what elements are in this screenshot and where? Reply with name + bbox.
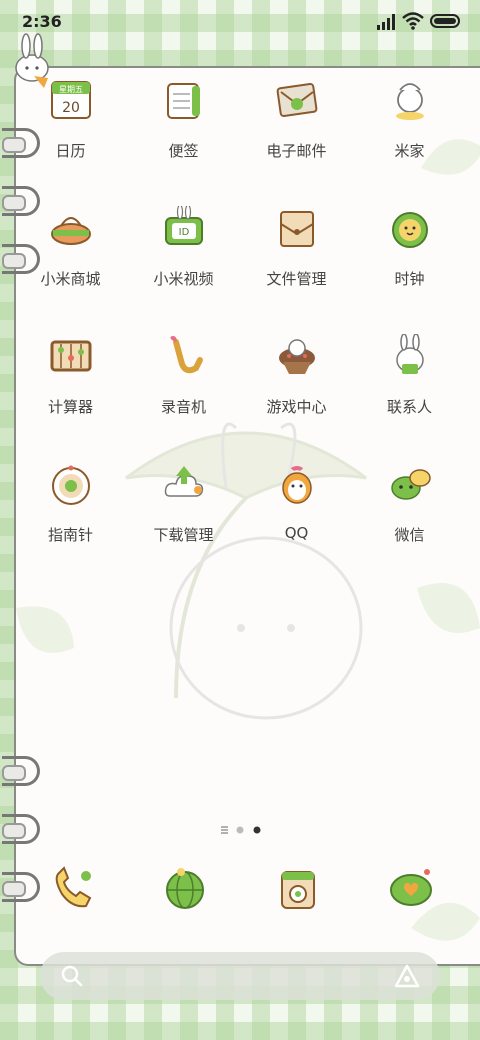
status-bar: 2:36 [0, 0, 480, 44]
message-heart-icon[interactable] [387, 864, 435, 912]
app-games[interactable]: 游戏中心 [240, 326, 353, 446]
folder-icon [280, 211, 314, 247]
wechat-bubbles-icon [391, 469, 431, 500]
app-notes[interactable]: 便签 [127, 70, 240, 190]
battery-icon [430, 14, 460, 28]
app-label: 时钟 [394, 270, 425, 288]
calendar-weekday: 星期五 [59, 85, 83, 94]
app-recorder[interactable]: 录音机 [127, 326, 240, 446]
email-icon [276, 83, 318, 117]
calendar-day: 20 [62, 100, 80, 116]
qq-penguin-icon [282, 466, 312, 504]
app-label: 联系人 [386, 398, 432, 416]
camera-icon[interactable] [274, 864, 322, 912]
app-calendar[interactable]: 星期五 20 日历 [14, 70, 127, 190]
app-clock[interactable]: 时钟 [353, 198, 466, 318]
clock-icon [392, 212, 428, 248]
cupcake-icon [279, 339, 315, 374]
leaf-decoration [417, 583, 480, 633]
app-label: 微信 [394, 526, 425, 544]
app-label: 下载管理 [153, 526, 214, 544]
app-label: 日历 [55, 142, 86, 160]
svg-text:ID: ID [179, 227, 190, 238]
phone-icon[interactable] [48, 864, 96, 912]
app-qq[interactable]: QQ [240, 454, 353, 574]
status-time: 2:36 [22, 12, 62, 31]
app-email[interactable]: 电子邮件 [240, 70, 353, 190]
calendar-icon: 星期五 20 [51, 81, 91, 119]
app-label: QQ [284, 524, 309, 542]
app-label: 电子邮件 [266, 142, 327, 160]
video-icon: ID [165, 206, 203, 245]
saxophone-icon [170, 336, 203, 374]
leaf-decoration [16, 606, 74, 653]
app-compass[interactable]: 指南针 [14, 454, 127, 574]
binder-ring [2, 814, 40, 844]
abacus-icon [50, 340, 92, 372]
signal-icon [377, 14, 395, 30]
app-video[interactable]: ID 小米视频 [127, 198, 240, 318]
app-contacts[interactable]: 联系人 [353, 326, 466, 446]
page-indicator[interactable] [220, 824, 270, 836]
search-icon[interactable] [60, 964, 84, 988]
shopping-basket-icon [51, 217, 91, 245]
app-label: 计算器 [47, 398, 93, 416]
app-label: 指南针 [47, 526, 93, 544]
app-mihome[interactable]: 米家 [353, 70, 466, 190]
app-mall[interactable]: 小米商城 [14, 198, 127, 318]
app-label: 文件管理 [266, 270, 327, 288]
contacts-bunny-icon [396, 334, 424, 374]
mihome-icon [396, 83, 424, 120]
app-label: 录音机 [160, 398, 206, 416]
wifi-icon [402, 12, 424, 30]
dock [14, 864, 466, 924]
app-label: 小米视频 [153, 270, 214, 288]
app-downloads[interactable]: 下载管理 [127, 454, 240, 574]
app-files[interactable]: 文件管理 [240, 198, 353, 318]
app-label: 小米商城 [40, 270, 101, 288]
download-cloud-icon [164, 466, 204, 497]
binder-ring [2, 756, 40, 786]
search-bar[interactable] [40, 952, 440, 1000]
notes-icon [167, 83, 200, 119]
compass-icon [52, 465, 90, 505]
app-label: 便签 [168, 142, 199, 160]
app-wechat[interactable]: 微信 [353, 454, 466, 574]
assistant-icon[interactable] [394, 964, 420, 988]
app-label: 米家 [394, 142, 425, 160]
app-label: 游戏中心 [266, 398, 327, 416]
app-calculator[interactable]: 计算器 [14, 326, 127, 446]
globe-icon[interactable] [161, 864, 209, 912]
